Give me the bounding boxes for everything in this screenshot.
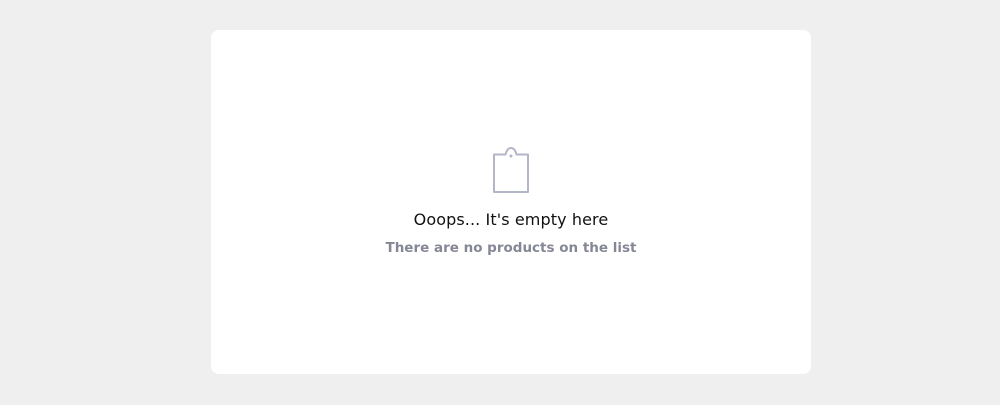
empty-state-title: Ooops... It's empty here <box>413 210 609 229</box>
empty-state-subtitle: There are no products on the list <box>385 240 637 256</box>
shopping-bag-icon <box>491 145 531 195</box>
empty-state: Ooops... It's empty here There are no pr… <box>211 30 811 374</box>
empty-list-card: Ooops... It's empty here There are no pr… <box>211 30 811 374</box>
